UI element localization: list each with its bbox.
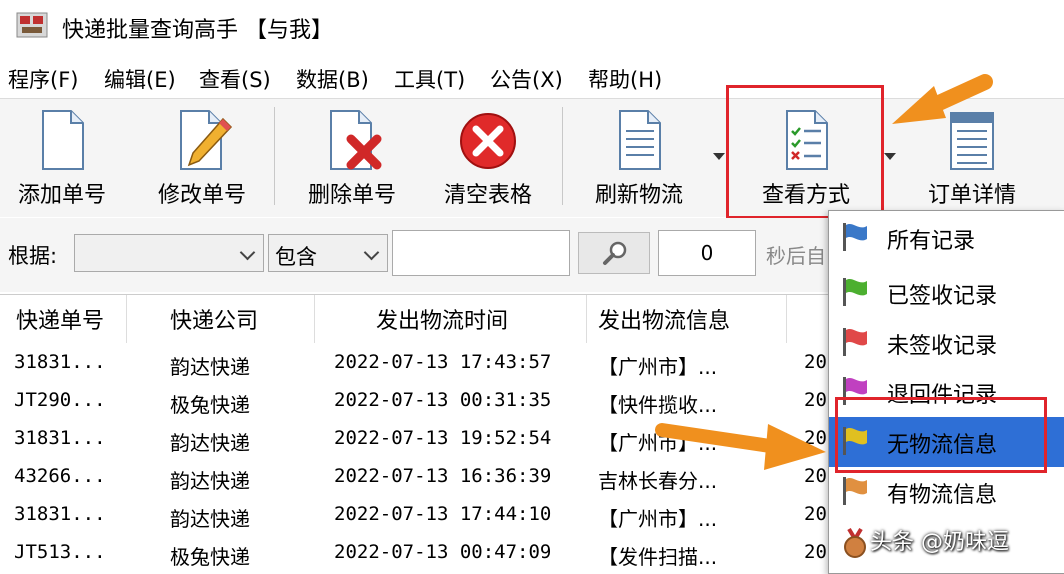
watermark: 头条 @奶味逗 <box>870 530 1009 555</box>
annotation-arrows <box>655 74 993 470</box>
annotation-arrow <box>892 74 993 124</box>
annotation-arrow <box>655 423 826 470</box>
